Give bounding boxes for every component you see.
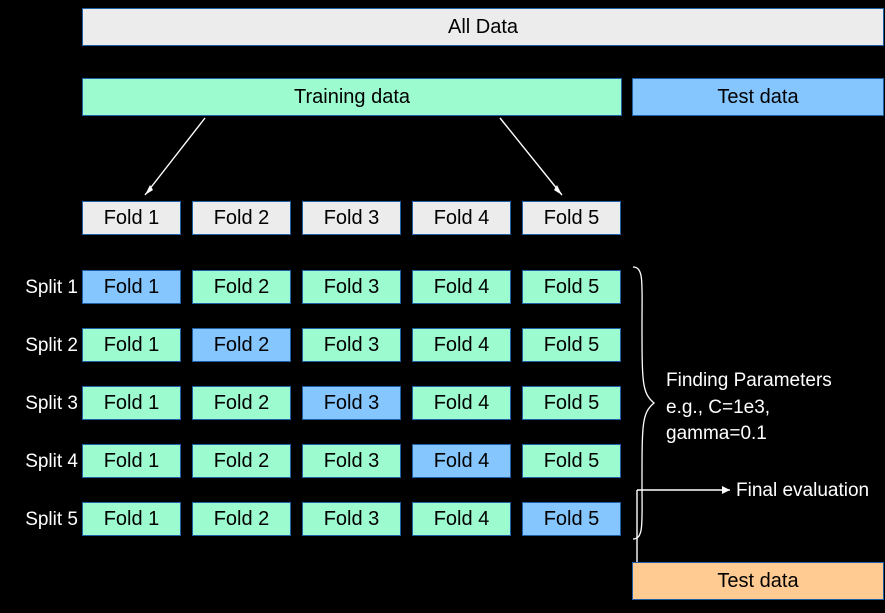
split4-fold2: Fold 2 [192, 444, 291, 478]
split1-fold4: Fold 4 [412, 270, 511, 304]
split1-fold5: Fold 5 [522, 270, 621, 304]
split2-fold5: Fold 5 [522, 328, 621, 362]
split3-fold1: Fold 1 [82, 386, 181, 420]
params-line1: Finding Parameters [666, 370, 832, 391]
split1-fold1: Fold 1 [82, 270, 181, 304]
final-test-data-box: Test data [632, 562, 884, 600]
params-line3: gamma=0.1 [666, 423, 767, 444]
split3-fold5: Fold 5 [522, 386, 621, 420]
split5-fold1: Fold 1 [82, 502, 181, 536]
fold-header-4: Fold 4 [412, 201, 511, 235]
split2-fold3: Fold 3 [302, 328, 401, 362]
fold-header-2: Fold 2 [192, 201, 291, 235]
split5-fold4: Fold 4 [412, 502, 511, 536]
fold-header-3: Fold 3 [302, 201, 401, 235]
split5-label: Split 5 [0, 510, 78, 531]
split4-fold4: Fold 4 [412, 444, 511, 478]
split1-label: Split 1 [0, 278, 78, 299]
split3-fold2: Fold 2 [192, 386, 291, 420]
split4-fold1: Fold 1 [82, 444, 181, 478]
split2-fold2: Fold 2 [192, 328, 291, 362]
fold-header-1: Fold 1 [82, 201, 181, 235]
split4-fold3: Fold 3 [302, 444, 401, 478]
split3-fold4: Fold 4 [412, 386, 511, 420]
final-evaluation-label: Final evaluation [736, 480, 869, 502]
finding-parameters-text: Finding Parameters e.g., C=1e3, gamma=0.… [666, 368, 832, 448]
split5-fold5: Fold 5 [522, 502, 621, 536]
brace-icon [628, 263, 658, 543]
split4-fold5: Fold 5 [522, 444, 621, 478]
split1-fold2: Fold 2 [192, 270, 291, 304]
split2-fold4: Fold 4 [412, 328, 511, 362]
split5-fold2: Fold 2 [192, 502, 291, 536]
fold-header-5: Fold 5 [522, 201, 621, 235]
split5-fold3: Fold 3 [302, 502, 401, 536]
params-line2: e.g., C=1e3, [666, 397, 770, 418]
cv-diagram: All Data Training data Test data Fold 1 … [0, 0, 885, 613]
split1-fold3: Fold 3 [302, 270, 401, 304]
split3-label: Split 3 [0, 394, 78, 415]
split3-fold3: Fold 3 [302, 386, 401, 420]
split2-fold1: Fold 1 [82, 328, 181, 362]
split4-label: Split 4 [0, 452, 78, 473]
split2-label: Split 2 [0, 336, 78, 357]
